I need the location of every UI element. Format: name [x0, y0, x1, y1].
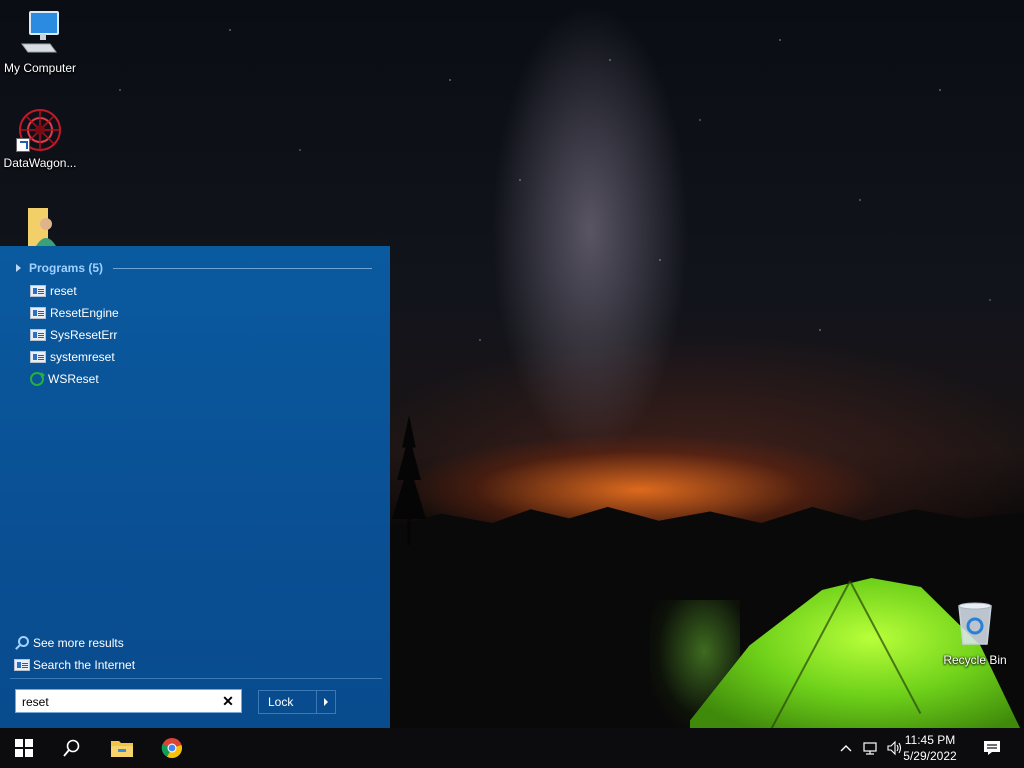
clock-date: 5/29/2022	[903, 749, 957, 763]
result-label: SysResetErr	[50, 328, 118, 342]
wsreset-icon	[30, 372, 45, 386]
bottom-links: See more results Search the Internet	[14, 632, 135, 676]
see-more-results-label: See more results	[33, 636, 124, 650]
taskbar-clock[interactable]: 11:45 PM 5/29/2022	[894, 732, 966, 764]
taskbar: 11:45 PM 5/29/2022	[0, 728, 1024, 768]
start-icon	[15, 739, 33, 757]
exe-icon	[30, 351, 46, 363]
result-item-systemreset[interactable]: systemreset	[30, 346, 119, 368]
file-explorer-icon	[111, 741, 133, 757]
start-menu: Programs (5) reset ResetEngine SysResetE…	[0, 246, 390, 728]
clear-search-icon[interactable]: ✕	[220, 693, 236, 709]
chevron-right-icon	[324, 698, 328, 706]
start-button[interactable]	[0, 728, 48, 768]
internet-search-icon	[14, 659, 30, 671]
file-explorer-button[interactable]	[98, 728, 146, 768]
exe-icon	[30, 285, 46, 297]
desktop-icon-label: Recycle Bin	[943, 653, 1007, 667]
desktop-icon-label: DataWagon...	[3, 156, 77, 170]
programs-section-title: Programs (5)	[29, 261, 104, 275]
result-label: ResetEngine	[50, 306, 119, 320]
start-search-box: ✕	[15, 689, 242, 713]
network-icon[interactable]	[862, 740, 878, 756]
section-divider	[113, 267, 372, 269]
desktop-icon-datawagon[interactable]: DataWagon...	[0, 106, 80, 170]
user-folder-icon	[28, 208, 56, 246]
power-options-button[interactable]	[317, 691, 335, 713]
recycle-bin-icon	[958, 602, 992, 645]
result-item-wsreset[interactable]: WSReset	[30, 368, 119, 390]
result-item-sysreseterr[interactable]: SysResetErr	[30, 324, 119, 346]
expand-arrow-icon	[16, 264, 21, 272]
see-more-results-link[interactable]: See more results	[14, 632, 135, 654]
programs-section-header[interactable]: Programs (5)	[16, 260, 372, 276]
start-menu-divider	[10, 678, 382, 679]
desktop-icon-recycle-bin[interactable]: Recycle Bin	[935, 600, 1015, 667]
clock-time: 11:45 PM	[904, 733, 956, 747]
start-search-input[interactable]	[20, 691, 214, 713]
exe-icon	[30, 329, 46, 341]
shortcut-arrow-icon	[16, 138, 30, 152]
desktop-icon-user-folder[interactable]	[0, 204, 80, 249]
notifications-icon[interactable]	[983, 739, 1001, 757]
chrome-icon	[161, 738, 182, 759]
chevron-up-icon[interactable]	[838, 740, 854, 756]
result-label: reset	[50, 284, 77, 298]
search-internet-link[interactable]: Search the Internet	[14, 654, 135, 676]
lock-button[interactable]: Lock	[259, 691, 316, 713]
exe-icon	[30, 307, 46, 319]
desktop-icon-my-computer[interactable]: My Computer	[0, 8, 80, 75]
taskbar-search-button[interactable]	[48, 728, 96, 768]
result-label: WSReset	[48, 372, 99, 386]
result-label: systemreset	[50, 350, 115, 364]
magnifier-icon	[14, 636, 30, 650]
result-item-resetengine[interactable]: ResetEngine	[30, 302, 119, 324]
desktop-icon-label: My Computer	[3, 61, 77, 75]
result-item-reset[interactable]: reset	[30, 280, 119, 302]
search-results-list: reset ResetEngine SysResetErr systemrese…	[30, 280, 119, 390]
search-icon	[63, 739, 80, 757]
search-internet-label: Search the Internet	[33, 658, 136, 672]
computer-icon	[21, 11, 59, 53]
chrome-button[interactable]	[148, 728, 196, 768]
lock-split-button: Lock	[258, 690, 336, 714]
